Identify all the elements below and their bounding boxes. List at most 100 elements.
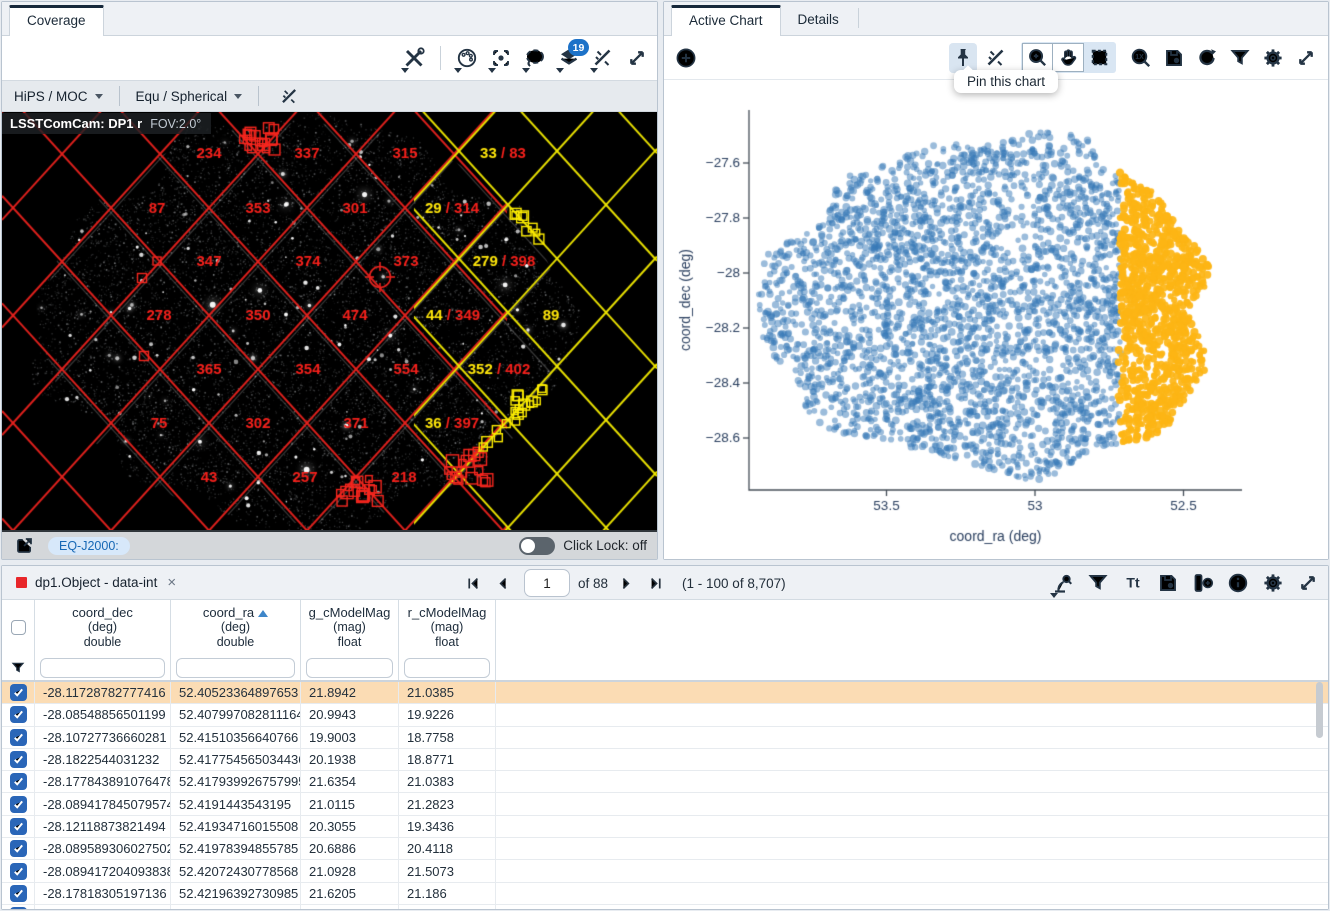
row-checkbox[interactable] xyxy=(10,885,27,902)
page-number-input[interactable] xyxy=(524,569,570,597)
pan-icon[interactable] xyxy=(1053,43,1084,72)
save-icon[interactable] xyxy=(1154,568,1182,598)
filter-input-coord_ra[interactable] xyxy=(176,658,295,678)
table-row[interactable]: -28.182254403123252.41775456503443620.19… xyxy=(2,749,1328,771)
zoom-original-icon[interactable] xyxy=(1127,43,1155,73)
table-scrollbar-thumb[interactable] xyxy=(1316,682,1323,738)
cell: 18.8771 xyxy=(399,749,496,770)
layers-icon[interactable]: 19 xyxy=(555,43,583,73)
row-checkbox[interactable] xyxy=(10,684,27,701)
cell: 52.4191443543195 xyxy=(171,793,301,814)
cell: -28.12118873821494 xyxy=(35,816,171,837)
row-checkbox[interactable] xyxy=(10,863,27,880)
cell: 52.417939926757995 xyxy=(171,771,301,792)
chevron-down-icon xyxy=(234,94,242,99)
add-chart-icon[interactable] xyxy=(672,43,700,73)
pagination: of 88 (1 - 100 of 8,707) xyxy=(460,566,786,600)
recenter-icon[interactable] xyxy=(487,43,515,73)
column-header-r_cModelMag[interactable]: r_cModelMag (mag) float xyxy=(399,600,496,655)
filter-input-g_cModelMag[interactable] xyxy=(306,658,393,678)
column-header-coord_dec[interactable]: coord_dec (deg) double xyxy=(35,600,171,655)
refresh-icon[interactable] xyxy=(1193,43,1221,73)
expand-icon[interactable] xyxy=(1292,43,1320,73)
filter-icon[interactable] xyxy=(2,655,35,680)
close-icon[interactable]: × xyxy=(167,574,176,591)
row-checkbox[interactable] xyxy=(10,907,27,909)
last-page-button[interactable] xyxy=(642,570,668,596)
settings-icon[interactable] xyxy=(1259,568,1287,598)
table-row[interactable] xyxy=(2,905,1328,909)
select-all-checkbox[interactable] xyxy=(2,600,35,655)
filter-icon[interactable] xyxy=(1084,568,1112,598)
bar-divider xyxy=(258,86,259,106)
grid-off-icon[interactable] xyxy=(589,43,617,73)
table-row[interactable]: -28.1072773666028152.4151035664076619.90… xyxy=(2,727,1328,749)
zoom-in-icon[interactable] xyxy=(1022,43,1053,72)
sky-coverage-map[interactable]: LSSTComCam: DP1 r FOV:2.0° xyxy=(2,112,657,530)
tab-coverage[interactable]: Coverage xyxy=(9,5,104,36)
map-fov-label: FOV:2.0° xyxy=(150,117,201,131)
coord-system-dropdown[interactable]: Equ / Spherical xyxy=(136,89,243,104)
row-checkbox[interactable] xyxy=(10,796,27,813)
cell: 21.0928 xyxy=(301,860,399,881)
save-icon[interactable] xyxy=(1160,43,1188,73)
show-chart-icon[interactable] xyxy=(1049,568,1077,598)
next-page-button[interactable] xyxy=(612,570,638,596)
row-checkbox[interactable] xyxy=(10,706,27,723)
table-row[interactable]: -28.1172878277741652.4052336489765321.89… xyxy=(2,682,1328,704)
caret-down-icon xyxy=(590,68,598,73)
tab-active-chart[interactable]: Active Chart xyxy=(671,5,781,36)
table-row[interactable]: -28.08941784507957452.419144354319521.01… xyxy=(2,793,1328,815)
cell: -28.089417845079574 xyxy=(35,793,171,814)
pin-chart-icon[interactable] xyxy=(949,43,977,73)
external-link-icon[interactable] xyxy=(10,531,38,561)
cell: -28.08548856501199 xyxy=(35,704,171,725)
lasso-icon[interactable] xyxy=(521,43,549,73)
column-header-coord_ra[interactable]: coord_ra (deg) double xyxy=(171,600,301,655)
sort-asc-icon xyxy=(258,610,268,617)
tools-icon[interactable] xyxy=(400,43,428,73)
row-checkbox[interactable] xyxy=(10,751,27,768)
table-row[interactable]: -28.0854885650119952.40799708281116420.9… xyxy=(2,704,1328,726)
add-column-icon[interactable] xyxy=(1189,568,1217,598)
table-row[interactable]: -28.17784389107647852.41793992675799521.… xyxy=(2,771,1328,793)
coverage-map-canvas[interactable] xyxy=(2,112,657,530)
cell: -28.10727736660281 xyxy=(35,727,171,748)
table-row[interactable]: -28.08941720409383852.4207243077856821.0… xyxy=(2,860,1328,882)
column-header-g_cModelMag[interactable]: g_cModelMag (mag) float xyxy=(301,600,399,655)
text-size-icon[interactable] xyxy=(1119,568,1147,598)
box-select-icon[interactable] xyxy=(1084,43,1115,72)
filter-input-r_cModelMag[interactable] xyxy=(404,658,490,678)
scatter-chart-canvas[interactable] xyxy=(664,80,1328,559)
hips-moc-dropdown[interactable]: HiPS / MOC xyxy=(14,89,103,104)
tab-details[interactable]: Details xyxy=(781,5,856,35)
filter-icon[interactable] xyxy=(1226,43,1254,73)
grid-off-icon[interactable] xyxy=(275,81,303,111)
table-row[interactable]: -28.1781830519713652.4219639273098521.62… xyxy=(2,883,1328,905)
table-tab[interactable]: dp1.Object - data-int × xyxy=(2,574,190,591)
settings-icon[interactable] xyxy=(1259,43,1287,73)
caret-down-icon xyxy=(1050,593,1058,598)
info-icon[interactable] xyxy=(1224,568,1252,598)
row-checkbox[interactable] xyxy=(10,818,27,835)
row-checkbox[interactable] xyxy=(10,840,27,857)
cell xyxy=(399,905,496,909)
expand-icon[interactable] xyxy=(623,43,651,73)
filter-input-coord_dec[interactable] xyxy=(40,658,165,678)
row-checkbox[interactable] xyxy=(10,773,27,790)
cell: 52.42072430778568 xyxy=(171,860,301,881)
cell: 52.42196392730985 xyxy=(171,883,301,904)
row-checkbox[interactable] xyxy=(10,729,27,746)
cell: -28.11728782777416 xyxy=(35,682,171,703)
palette-icon[interactable] xyxy=(453,43,481,73)
prev-page-button[interactable] xyxy=(490,570,516,596)
click-lock-toggle[interactable] xyxy=(519,537,555,555)
cell: 21.2823 xyxy=(399,793,496,814)
expand-icon[interactable] xyxy=(1294,568,1322,598)
chart-mode-group xyxy=(1021,42,1116,73)
table-row[interactable]: -28.1211887382149452.4193471601550820.30… xyxy=(2,816,1328,838)
grid-off-icon[interactable] xyxy=(982,43,1010,73)
cell: 21.186 xyxy=(399,883,496,904)
first-page-button[interactable] xyxy=(460,570,486,596)
table-row[interactable]: -28.08958930602750252.4197839485578520.6… xyxy=(2,838,1328,860)
